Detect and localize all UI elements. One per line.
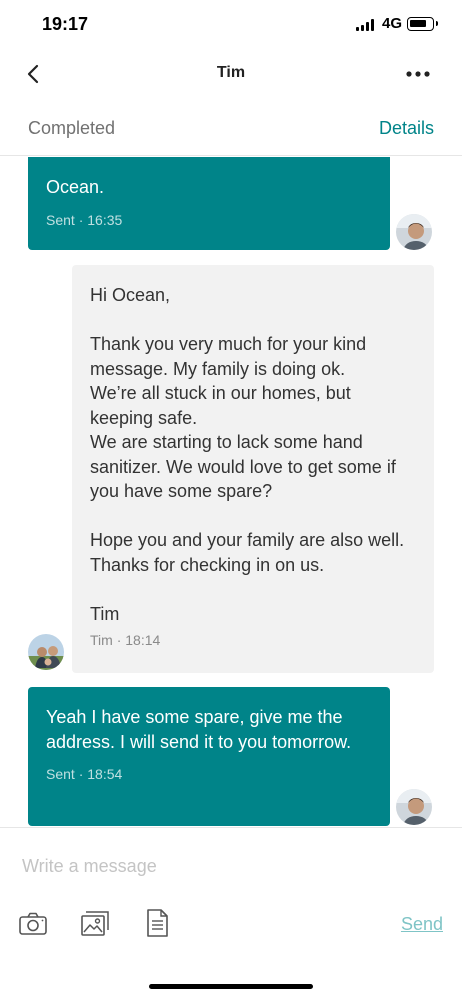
avatar-self bbox=[394, 787, 434, 827]
conversation-title: Tim bbox=[216, 64, 246, 81]
reservation-status-row: Completed Details bbox=[0, 100, 462, 156]
battery-icon bbox=[407, 17, 438, 31]
message-bubble-received: Hi Ocean, Thank you very much for your k… bbox=[72, 265, 434, 673]
avatar-tim[interactable] bbox=[26, 632, 66, 672]
status-bar: 19:17 4G bbox=[0, 0, 462, 50]
camera-button[interactable] bbox=[18, 908, 48, 938]
message-meta: Sent · 18:54 bbox=[46, 766, 123, 782]
more-options-button[interactable] bbox=[404, 62, 432, 86]
cellular-signal-icon bbox=[356, 19, 376, 31]
message-bubble-sent: Yeah I have some spare, give me the addr… bbox=[28, 687, 390, 826]
camera-icon bbox=[19, 912, 47, 935]
message-thread[interactable]: Ocean. Sent · 16:35 Hi Ocean, Thank you … bbox=[0, 157, 462, 827]
ellipsis-icon bbox=[406, 71, 430, 77]
avatar-self bbox=[394, 212, 434, 252]
message-input[interactable] bbox=[14, 848, 444, 884]
document-icon bbox=[147, 909, 168, 937]
network-type: 4G bbox=[382, 15, 403, 32]
message-text: Yeah I have some spare, give me the addr… bbox=[46, 707, 352, 752]
photo-library-icon bbox=[81, 911, 109, 936]
message-meta: Sent · 16:35 bbox=[46, 211, 123, 228]
reservation-status: Completed bbox=[28, 118, 116, 138]
message-text: Ocean. bbox=[46, 177, 105, 197]
send-button[interactable]: Send bbox=[401, 914, 443, 935]
nav-bar: Tim bbox=[0, 50, 462, 100]
message-composer: Send bbox=[0, 827, 462, 962]
status-time: 19:17 bbox=[42, 14, 89, 34]
home-indicator bbox=[149, 984, 313, 989]
document-button[interactable] bbox=[142, 908, 172, 938]
message-bubble-sent: Ocean. Sent · 16:35 bbox=[28, 157, 390, 250]
photo-library-button[interactable] bbox=[80, 908, 110, 938]
message-meta: Tim · 18:14 bbox=[90, 632, 161, 648]
details-link[interactable]: Details bbox=[379, 118, 434, 139]
message-text: Hi Ocean, Thank you very much for your k… bbox=[90, 285, 405, 624]
